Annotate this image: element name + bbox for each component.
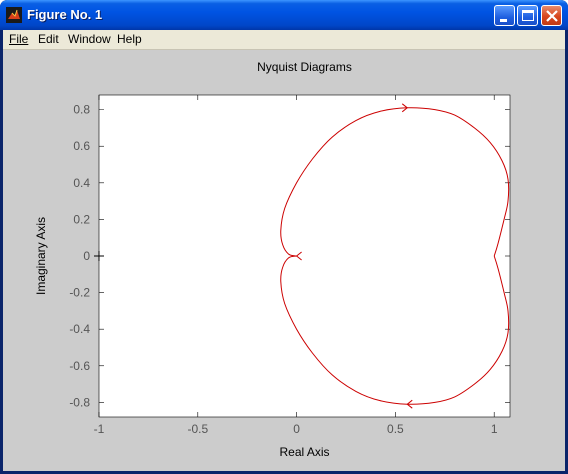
menu-edit-label: Edit — [38, 32, 59, 46]
menu-window[interactable]: Window — [68, 32, 111, 46]
maximize-button[interactable] — [517, 5, 538, 26]
y-tick-label: -0.6 — [69, 359, 90, 373]
y-tick-label: 0.6 — [73, 139, 90, 153]
menu-bar: File Edit Window Help — [3, 30, 565, 50]
y-tick-label: 0.8 — [73, 103, 90, 117]
figure-window: Figure No. 1 File Edit Window Help Nyqui… — [0, 0, 568, 474]
menu-help-label: Help — [117, 32, 142, 46]
maximize-icon — [522, 10, 534, 21]
window-title: Figure No. 1 — [27, 7, 103, 22]
x-tick-label: 1 — [491, 422, 498, 436]
y-tick-label: 0 — [83, 249, 90, 263]
title-bar[interactable]: Figure No. 1 — [0, 0, 568, 30]
x-tick-label: -1 — [94, 422, 105, 436]
nyquist-plot[interactable]: Nyquist Diagrams Real Axis Imaginary Axi… — [3, 50, 565, 471]
close-button[interactable] — [541, 5, 562, 26]
x-tick-label: -0.5 — [187, 422, 208, 436]
y-tick-label: 0.4 — [73, 176, 90, 190]
y-axis-label: Imaginary Axis — [34, 217, 48, 295]
y-tick-label: 0.2 — [73, 212, 90, 226]
menu-help[interactable]: Help — [117, 32, 142, 46]
x-axis-label: Real Axis — [279, 445, 329, 459]
x-tick-label: 0.5 — [387, 422, 404, 436]
close-icon — [546, 10, 558, 22]
minimize-button[interactable] — [494, 5, 515, 26]
figure-frame: File Edit Window Help Nyquist Diagrams R… — [3, 30, 565, 471]
menu-file-label: File — [9, 32, 29, 46]
menu-edit[interactable]: Edit — [38, 32, 59, 46]
x-tick-label: 0 — [293, 422, 300, 436]
menu-file[interactable]: File — [9, 32, 28, 46]
figure-canvas: Nyquist Diagrams Real Axis Imaginary Axi… — [3, 50, 565, 471]
plot-title: Nyquist Diagrams — [257, 60, 352, 74]
menu-window-label: Window — [68, 32, 111, 46]
axes-background — [98, 94, 511, 418]
y-tick-label: -0.2 — [69, 286, 90, 300]
y-tick-label: -0.8 — [69, 395, 90, 409]
minimize-icon — [500, 19, 507, 22]
y-tick-label: -0.4 — [69, 322, 90, 336]
matlab-logo-icon — [6, 7, 22, 23]
